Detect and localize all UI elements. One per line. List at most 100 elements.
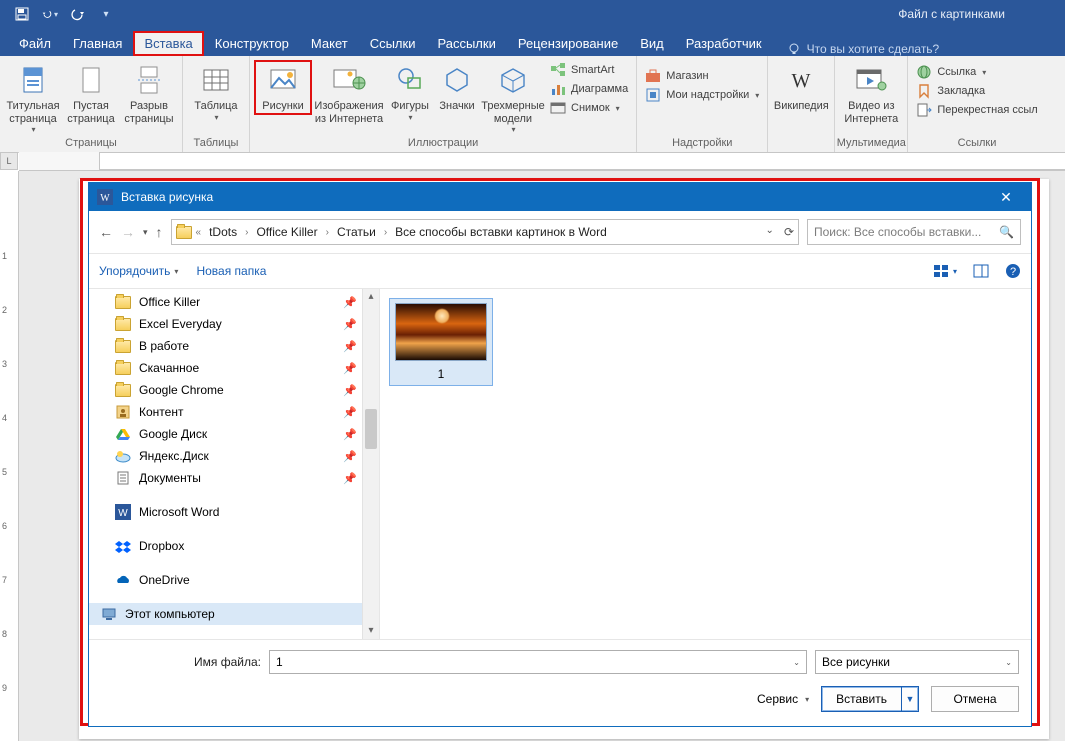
- tab-review[interactable]: Рецензирование: [507, 31, 629, 56]
- tools-dropdown[interactable]: Сервис▾: [757, 692, 809, 706]
- redo-icon[interactable]: [70, 6, 86, 22]
- vertical-ruler[interactable]: 1 2 3 4 5 6 7 8 9: [0, 171, 19, 741]
- addr-dropdown-icon[interactable]: ⌄: [766, 225, 774, 239]
- smartart-button[interactable]: SmartArt: [550, 62, 628, 78]
- cancel-button[interactable]: Отмена: [931, 686, 1019, 712]
- tab-insert[interactable]: Вставка: [133, 31, 203, 56]
- 3d-models-button[interactable]: Трехмерные модели▾: [480, 60, 546, 136]
- tree-item[interactable]: OneDrive: [89, 569, 379, 591]
- nav-recent-dropdown[interactable]: ▾: [143, 227, 148, 238]
- breadcrumb-seg[interactable]: tDots: [207, 225, 239, 239]
- nav-back-button[interactable]: ←: [99, 224, 113, 240]
- save-icon[interactable]: [14, 6, 30, 22]
- nav-up-button[interactable]: ↑: [156, 224, 163, 240]
- table-button[interactable]: Таблица▾: [187, 60, 245, 124]
- address-bar[interactable]: « tDots› Office Killer› Статьи› Все спос…: [171, 219, 799, 245]
- filename-input[interactable]: 1 ⌄: [269, 650, 807, 674]
- online-video-button[interactable]: Видео из Интернета: [839, 60, 903, 127]
- dialog-close-button[interactable]: ✕: [989, 189, 1023, 206]
- hyperlink-button[interactable]: Ссылка ▾: [916, 64, 1037, 80]
- cross-reference-button[interactable]: Перекрестная ссыл: [916, 102, 1037, 118]
- pin-icon[interactable]: 📌: [343, 296, 357, 309]
- page-break-button[interactable]: Разрыв страницы: [120, 60, 178, 127]
- sidebar-scrollbar[interactable]: ▴ ▾: [362, 289, 379, 639]
- qat-dropdown-icon[interactable]: ▾: [98, 6, 114, 22]
- pin-icon[interactable]: 📌: [343, 406, 357, 419]
- bookmark-button[interactable]: Закладка: [916, 83, 1037, 99]
- insert-split-arrow[interactable]: ▼: [901, 687, 918, 711]
- tell-me-search[interactable]: Что вы хотите сделать?: [787, 42, 940, 56]
- view-mode-dropdown[interactable]: ▾: [933, 264, 957, 278]
- my-addins-button[interactable]: Мои надстройки ▾: [645, 87, 759, 103]
- chart-button[interactable]: Диаграмма: [550, 81, 628, 97]
- pin-icon[interactable]: 📌: [343, 340, 357, 353]
- ruler-corner[interactable]: L: [0, 152, 18, 170]
- pin-icon[interactable]: 📌: [343, 384, 357, 397]
- undo-icon[interactable]: ▾: [42, 6, 58, 22]
- tree-item-label: Microsoft Word: [139, 505, 219, 519]
- ribbon-group-tables: Таблица▾ Таблицы: [183, 56, 250, 152]
- pin-icon[interactable]: 📌: [343, 450, 357, 463]
- pin-icon[interactable]: 📌: [343, 472, 357, 485]
- shapes-button[interactable]: Фигуры▾: [386, 60, 434, 124]
- nav-forward-button[interactable]: →: [121, 224, 135, 240]
- file-list[interactable]: 1: [380, 289, 1031, 639]
- tree-item[interactable]: Яндекс.Диск📌: [89, 445, 379, 467]
- organize-dropdown[interactable]: Упорядочить▾: [99, 264, 178, 278]
- tree-item-label: Скачанное: [139, 361, 199, 375]
- preview-pane-toggle[interactable]: [973, 264, 989, 278]
- tree-item[interactable]: Документы📌: [89, 467, 379, 489]
- file-item[interactable]: 1: [390, 299, 492, 385]
- tab-file[interactable]: Файл: [8, 31, 62, 56]
- breadcrumb-seg[interactable]: Статьи: [335, 225, 378, 239]
- tree-item[interactable]: Office Killer📌: [89, 291, 379, 313]
- scroll-up-arrow[interactable]: ▴: [363, 289, 379, 305]
- pin-icon[interactable]: 📌: [343, 362, 357, 375]
- dialog-footer: Имя файла: 1 ⌄ Все рисунки ⌄ Сервис▾ Вст…: [89, 639, 1031, 726]
- tab-mailings[interactable]: Рассылки: [426, 31, 506, 56]
- scroll-down-arrow[interactable]: ▾: [363, 623, 379, 639]
- tree-item[interactable]: Dropbox: [89, 535, 379, 557]
- breadcrumb-seg[interactable]: Все способы вставки картинок в Word: [393, 225, 609, 239]
- tree-item-icon: [101, 606, 117, 622]
- help-button[interactable]: ?: [1005, 263, 1021, 279]
- blank-page-button[interactable]: Пустая страница: [62, 60, 120, 127]
- ribbon-group-wikipedia: W Википедия: [768, 56, 835, 152]
- wikipedia-button[interactable]: W Википедия: [772, 60, 830, 115]
- tree-item[interactable]: WMicrosoft Word: [89, 501, 379, 523]
- icons-button[interactable]: Значки: [434, 60, 480, 115]
- scroll-thumb[interactable]: [365, 409, 377, 449]
- breadcrumb-seg[interactable]: Office Killer: [254, 225, 319, 239]
- tree-item[interactable]: Скачанное 📌: [89, 357, 379, 379]
- cover-page-button[interactable]: Титульная страница▾: [4, 60, 62, 136]
- search-field[interactable]: Поиск: Все способы вставки... 🔍: [807, 219, 1021, 245]
- new-folder-button[interactable]: Новая папка: [196, 264, 266, 278]
- tab-home[interactable]: Главная: [62, 31, 133, 56]
- tab-references[interactable]: Ссылки: [359, 31, 427, 56]
- tree-item[interactable]: Контент📌: [89, 401, 379, 423]
- tab-layout[interactable]: Макет: [300, 31, 359, 56]
- dialog-title-bar[interactable]: W Вставка рисунка ✕: [89, 183, 1031, 211]
- online-pictures-button[interactable]: Изображения из Интернета: [312, 60, 386, 127]
- tab-design[interactable]: Конструктор: [204, 31, 300, 56]
- pin-icon[interactable]: 📌: [343, 428, 357, 441]
- store-button[interactable]: Магазин: [645, 68, 759, 84]
- pictures-button[interactable]: Рисунки: [254, 60, 312, 115]
- tree-item[interactable]: Этот компьютер: [89, 603, 379, 625]
- filetype-filter[interactable]: Все рисунки ⌄: [815, 650, 1019, 674]
- horizontal-ruler[interactable]: [19, 152, 1065, 171]
- pin-icon[interactable]: 📌: [343, 318, 357, 331]
- tab-view[interactable]: Вид: [629, 31, 675, 56]
- filename-label: Имя файла:: [101, 655, 261, 669]
- tree-item[interactable]: Google Диск📌: [89, 423, 379, 445]
- refresh-icon[interactable]: ⟳: [784, 225, 794, 239]
- chevron-down-icon[interactable]: ⌄: [1005, 658, 1012, 667]
- tab-developer[interactable]: Разработчик: [675, 31, 773, 56]
- screenshot-button[interactable]: Снимок▾: [550, 100, 628, 116]
- chevron-down-icon[interactable]: ⌄: [793, 658, 800, 667]
- tree-item[interactable]: Excel Everyday📌: [89, 313, 379, 335]
- insert-button[interactable]: Вставить ▼: [821, 686, 919, 712]
- tree-item[interactable]: Google Chrome📌: [89, 379, 379, 401]
- tree-item[interactable]: В работе📌: [89, 335, 379, 357]
- tree-item-icon: [115, 404, 131, 420]
